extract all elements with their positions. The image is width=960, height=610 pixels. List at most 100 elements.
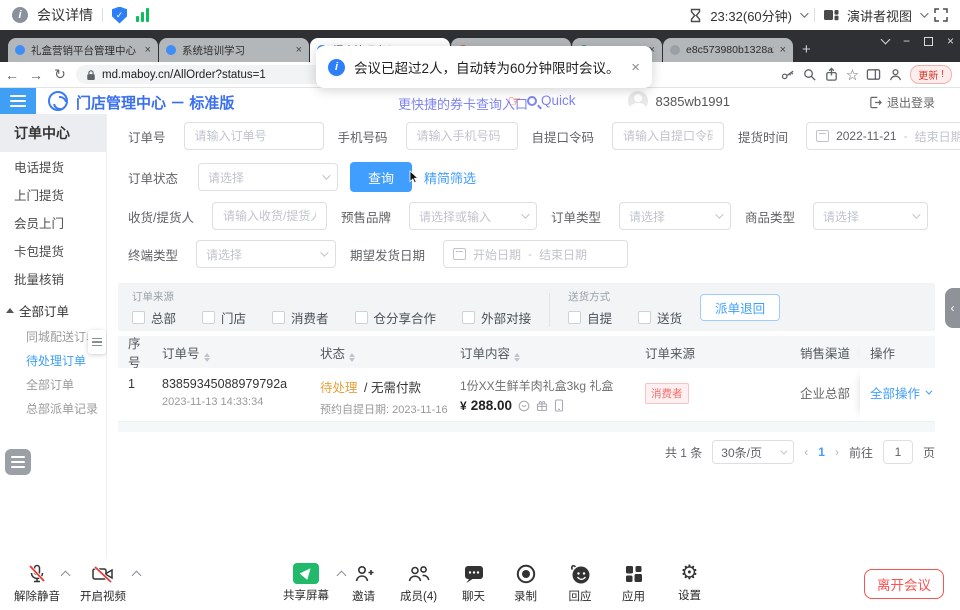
order-status-select[interactable]: 请选择 [198,163,338,191]
pickup-code-input[interactable] [612,122,724,150]
tab-close-icon[interactable]: × [780,44,786,56]
reload-icon[interactable]: ↻ [48,66,72,83]
window-minimize-button[interactable]: − [903,34,910,48]
sidebar-item-batch-verify[interactable]: 批量核销 [0,264,106,292]
checkbox-delivery-deliver[interactable]: 送货 [638,308,682,327]
window-close-button[interactable]: × [947,34,954,48]
share-icon[interactable] [824,67,839,82]
checkbox-source-consumer[interactable]: 消费者 [272,308,329,327]
browser-tab[interactable]: 系统培训学习 × [159,38,309,62]
apps-button[interactable]: 应用 [622,563,645,604]
browser-tab[interactable]: 礼盒营销平台管理中心 × [8,38,158,62]
quick-search-link[interactable]: Quick [527,93,576,108]
sort-icon[interactable] [204,353,210,362]
sort-icon[interactable] [514,353,520,362]
back-icon[interactable]: ← [0,67,24,83]
checkbox-source-warehouse-coop[interactable]: 仓分享合作 [355,308,437,327]
view-chevron-down-icon[interactable] [920,9,928,17]
simple-filter-link[interactable]: 精简筛选 [424,168,476,187]
presale-brand-select[interactable]: 请选择或输入 [409,202,537,230]
leave-meeting-button[interactable]: 离开会议 [864,569,944,599]
profile-icon[interactable] [888,67,903,82]
members-button[interactable]: 成员(4) [400,563,437,604]
sidebar-item-phone-pickup[interactable]: 电话提货 [0,152,106,180]
checkbox-source-hq[interactable]: 总部 [132,308,176,327]
col-status[interactable]: 状态 [310,343,450,362]
checkbox[interactable] [202,311,215,324]
sidebar-item-all-orders[interactable]: 全部订单 [0,372,106,396]
invite-button[interactable]: 邀请 [352,563,375,604]
col-order-no[interactable]: 订单号 [152,343,310,362]
logout-button[interactable]: 退出登录 [869,94,935,111]
bookmark-star-icon[interactable]: ☆ [846,66,859,84]
checkbox[interactable] [132,311,145,324]
tab-close-icon[interactable]: × [145,44,151,56]
order-type-select[interactable]: 请选择 [619,202,731,230]
floating-list-button[interactable] [5,449,31,475]
checkbox-delivery-pickup[interactable]: 自提 [568,308,612,327]
terminal-type-select[interactable]: 请选择 [196,240,336,268]
sidebar-group-all-orders[interactable]: 全部订单 [0,296,106,324]
view-mode-label[interactable]: 演讲者视图 [847,6,912,25]
unmute-button[interactable]: 解除静音 [14,563,60,604]
tab-close-icon[interactable]: × [296,44,302,56]
checkbox[interactable] [355,311,368,324]
meeting-security-shield-icon[interactable]: ✓ [112,7,127,24]
sort-icon[interactable] [349,353,355,362]
window-maximize-button[interactable] [924,37,933,46]
user-avatar[interactable] [628,91,648,111]
toast-close-icon[interactable]: × [631,59,640,76]
meeting-info-icon[interactable]: i [12,7,28,23]
mic-options-caret[interactable] [61,571,71,581]
current-page[interactable]: 1 [818,445,825,459]
browser-tab[interactable]: e8c573980b1328a258fd2e6f8 × [663,38,793,62]
new-tab-button[interactable]: + [802,41,811,62]
row-actions-dropdown[interactable]: 全部操作 [870,377,935,402]
share-options-caret[interactable] [337,571,347,581]
expected-ship-date-range[interactable]: 开始日期 - 结束日期 [443,240,628,268]
checkbox-source-external[interactable]: 外部对接 [462,308,531,327]
settings-button[interactable]: ⚙ 设置 [678,563,701,603]
meeting-details-label[interactable]: 会议详情 [37,5,93,25]
checkbox[interactable] [272,311,285,324]
sidebar-drag-handle[interactable] [88,330,106,354]
checkbox[interactable] [462,311,475,324]
forward-icon[interactable]: → [24,67,48,83]
sidebar-item-member-visit[interactable]: 会员上门 [0,208,106,236]
fullscreen-icon[interactable] [934,8,948,22]
side-panel-icon[interactable] [866,67,881,82]
receiver-input[interactable] [212,202,327,230]
sidebar-toggle-button[interactable] [0,88,36,114]
phone-input[interactable] [406,122,518,150]
network-signal-icon[interactable] [136,8,149,22]
dispatch-return-button[interactable]: 派单退回 [700,294,780,321]
reaction-button[interactable]: 回应 [568,563,592,604]
sidebar-item-door-pickup[interactable]: 上门提货 [0,180,106,208]
pickup-time-range[interactable]: 2022-11-21 - 结束日期 [806,122,960,150]
sidebar-item-hq-dispatch-records[interactable]: 总部派单记录 [0,396,106,420]
sidebar-item-card-pickup[interactable]: 卡包提货 [0,236,106,264]
key-icon[interactable] [780,67,795,82]
chat-button[interactable]: 聊天 [462,563,485,604]
browser-update-button[interactable]: 更新 ! [910,65,952,84]
record-button[interactable]: 录制 [514,563,537,604]
next-page-icon[interactable]: ‹ [835,445,839,459]
checkbox[interactable] [638,311,651,324]
video-options-caret[interactable] [132,571,142,581]
goods-type-select[interactable]: 请选择 [813,202,928,230]
table-row[interactable]: 1 83859345088979792a 2023-11-13 14:33:34… [118,368,935,422]
zoom-icon[interactable] [802,67,817,82]
page-size-select[interactable]: 30条/页 [712,440,794,464]
checkbox-source-store[interactable]: 门店 [202,308,246,327]
checkbox[interactable] [568,311,581,324]
side-panel-handle[interactable]: ‹ [945,288,960,328]
goto-page-input[interactable] [883,440,913,464]
window-menu-chevron-icon[interactable] [881,35,891,45]
timer-chevron-down-icon[interactable] [800,9,808,17]
start-video-button[interactable]: 开启视频 [80,563,126,604]
col-content[interactable]: 订单内容 [450,343,635,362]
order-no-input[interactable] [184,122,324,150]
prev-page-icon[interactable]: ‹ [804,445,808,459]
search-button[interactable]: 查询 [350,162,412,192]
share-screen-button[interactable]: 共享屏幕 [283,563,329,603]
